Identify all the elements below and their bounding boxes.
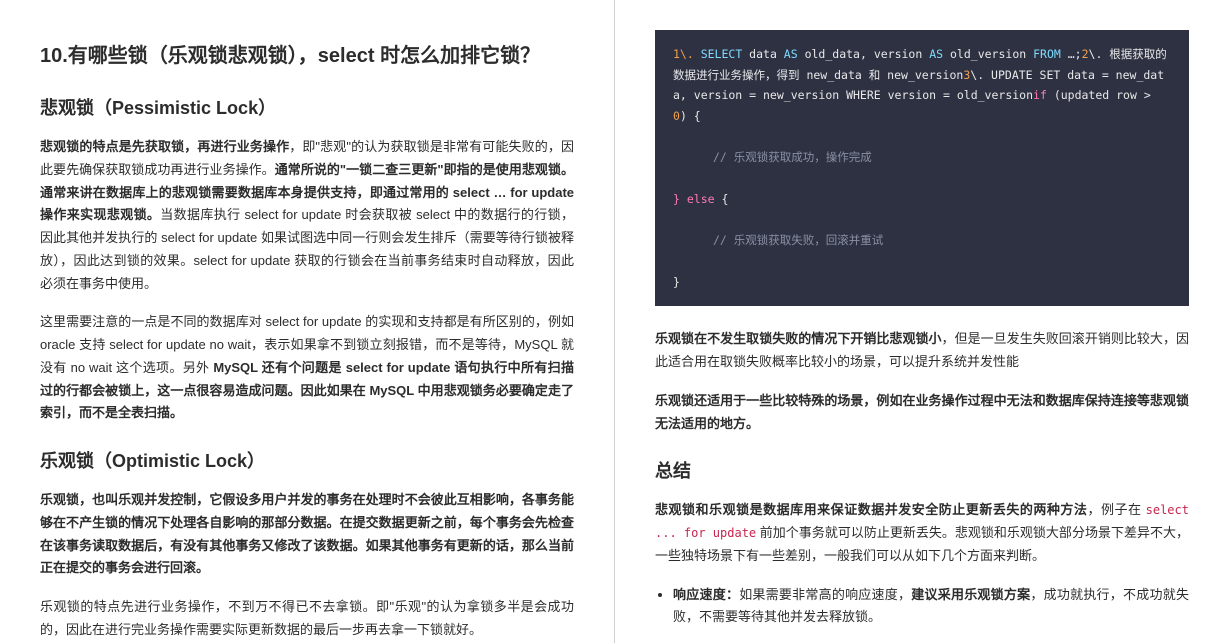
page-right: 1\. SELECT data AS old_data, version AS … [614, 0, 1229, 643]
list-item: 响应速度：如果需要非常高的响应速度，建议采用乐观锁方案，成功就执行，不成功就失败… [673, 584, 1189, 630]
body-text: ，例子在 [1087, 502, 1145, 517]
optimistic-cost-para: 乐观锁在不发生取锁失败的情况下开销比悲观锁小，但是一旦发生失败回滚开销则比较大，… [655, 328, 1189, 374]
bold-text: 乐观锁还适用于一些比较特殊的场景，例如在业务操作过程中无法和数据库保持连接等悲观… [655, 393, 1189, 431]
heading-optimistic: 乐观锁（Optimistic Lock） [40, 447, 574, 473]
body-text: 如果需要非常高的响应速度， [739, 587, 911, 602]
bold-text: 乐观锁，也叫乐观并发控制，它假设多用户并发的事务在处理时不会彼此互相影响，各事务… [40, 492, 574, 575]
summary-para: 悲观锁和乐观锁是数据库用来保证数据并发安全防止更新丢失的两种方法，例子在 sel… [655, 499, 1189, 567]
body-text: 乐观锁的特点先进行业务操作，不到万不得已不去拿锁。即"乐观"的认为拿锁多半是会成… [40, 599, 574, 637]
optimistic-special-para: 乐观锁还适用于一些比较特殊的场景，例如在业务操作过程中无法和数据库保持连接等悲观… [655, 390, 1189, 436]
pessimistic-para-1: 悲观锁的特点是先获取锁，再进行业务操作，即"悲观"的认为获取锁是非常有可能失败的… [40, 136, 574, 295]
bold-text: 悲观锁和乐观锁是数据库用来保证数据并发安全防止更新丢失的两种方法 [655, 502, 1087, 517]
bold-text: 悲观锁的特点是先获取锁，再进行业务操作 [40, 139, 289, 154]
bold-text: 响应速度： [673, 587, 739, 602]
summary-list: 响应速度：如果需要非常高的响应速度，建议采用乐观锁方案，成功就执行，不成功就失败… [673, 584, 1189, 630]
optimistic-para-2: 乐观锁的特点先进行业务操作，不到万不得已不去拿锁。即"乐观"的认为拿锁多半是会成… [40, 596, 574, 642]
code-block-sql: 1\. SELECT data AS old_data, version AS … [655, 30, 1189, 306]
section-10-title: 10.有哪些锁（乐观锁悲观锁），select 时怎么加排它锁？ [40, 40, 574, 72]
optimistic-para-1: 乐观锁，也叫乐观并发控制，它假设多用户并发的事务在处理时不会彼此互相影响，各事务… [40, 489, 574, 580]
pessimistic-para-2: 这里需要注意的一点是不同的数据库对 select for update 的实现和… [40, 311, 574, 425]
bold-text: 乐观锁在不发生取锁失败的情况下开销比悲观锁小 [655, 331, 942, 346]
heading-pessimistic: 悲观锁（Pessimistic Lock） [40, 94, 574, 120]
heading-summary: 总结 [655, 457, 1189, 483]
page-left: 10.有哪些锁（乐观锁悲观锁），select 时怎么加排它锁？ 悲观锁（Pess… [0, 0, 614, 643]
bold-text: 建议采用乐观锁方案 [911, 587, 1030, 602]
else-keyword: } [673, 192, 687, 206]
